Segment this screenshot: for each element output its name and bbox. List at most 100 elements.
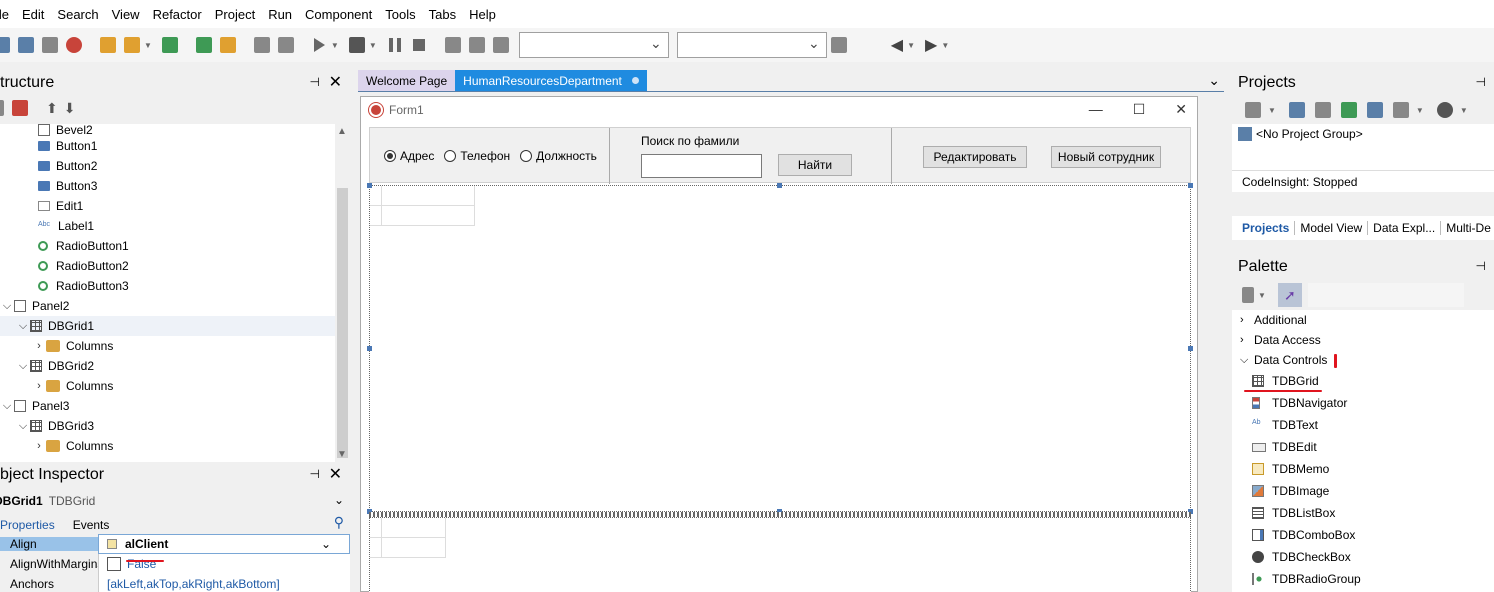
- palette-item[interactable]: TDBComboBox: [1232, 524, 1494, 546]
- move-up-icon[interactable]: ⬆: [46, 100, 58, 117]
- chevron-down-icon[interactable]: ⌵: [0, 400, 14, 413]
- build-icon[interactable]: [1245, 102, 1261, 118]
- pause-icon[interactable]: [388, 38, 401, 52]
- selection-handle[interactable]: [367, 183, 372, 188]
- save-all-icon[interactable]: [195, 37, 212, 53]
- chevron-down-icon[interactable]: ⌵: [16, 360, 30, 373]
- new-icon[interactable]: [100, 37, 116, 53]
- tree-item[interactable]: ⌵ DBGrid2: [0, 356, 335, 376]
- step-over-icon[interactable]: [468, 37, 485, 53]
- sync-icon[interactable]: [1340, 102, 1357, 118]
- options-icon[interactable]: [1314, 102, 1331, 118]
- project-tree[interactable]: <No Project Group>: [1232, 124, 1494, 170]
- pin-icon[interactable]: ⊣: [310, 467, 320, 481]
- scroll-down-icon[interactable]: ▼: [337, 449, 347, 460]
- palette-item[interactable]: TDBNavigator: [1232, 392, 1494, 414]
- remove-icon[interactable]: [66, 37, 82, 53]
- add-project-icon[interactable]: [1288, 102, 1305, 118]
- selection-handle[interactable]: [367, 346, 372, 351]
- tree-item[interactable]: Button3: [0, 176, 335, 196]
- gear-icon[interactable]: [1436, 102, 1453, 118]
- chevron-down-icon[interactable]: ▼: [144, 41, 152, 50]
- view-unit-icon[interactable]: [253, 37, 270, 53]
- palette-category[interactable]: ⌵ Data Controls: [1232, 350, 1494, 370]
- back-arrow-icon[interactable]: ◀: [891, 35, 903, 55]
- menu-search[interactable]: Search: [57, 7, 98, 22]
- run-icon[interactable]: [313, 38, 325, 52]
- close-icon[interactable]: ✕: [1175, 101, 1187, 118]
- chevron-down-icon[interactable]: ⌵: [0, 300, 14, 313]
- run-to-cursor-icon[interactable]: [492, 37, 509, 53]
- step-into-icon[interactable]: [444, 37, 461, 53]
- forward-arrow-icon[interactable]: ▶: [925, 35, 937, 55]
- tree-item[interactable]: Bevel2: [0, 124, 335, 137]
- menu-file[interactable]: ile: [0, 7, 9, 22]
- palette-item[interactable]: TDBGrid: [1232, 370, 1494, 392]
- debug-icon[interactable]: [348, 37, 365, 53]
- palette-item[interactable]: TDBEdit: [1232, 436, 1494, 458]
- view-form-icon[interactable]: [277, 37, 294, 53]
- dbgrid2[interactable]: [369, 517, 1191, 592]
- chevron-down-icon[interactable]: ⌵: [16, 320, 30, 333]
- tree-item[interactable]: Abc Label1: [0, 216, 335, 236]
- minimize-icon[interactable]: —: [1089, 101, 1103, 118]
- close-icon[interactable]: ✕: [329, 72, 342, 92]
- close-icon[interactable]: ✕: [329, 464, 342, 484]
- tree-item[interactable]: › Columns: [0, 376, 335, 396]
- menu-run[interactable]: Run: [268, 7, 292, 22]
- chevron-down-icon[interactable]: ▼: [1258, 291, 1266, 300]
- open-project-icon[interactable]: [124, 37, 140, 53]
- open-icon[interactable]: [0, 37, 10, 53]
- scroll-thumb[interactable]: [337, 188, 348, 458]
- selection-handle[interactable]: [1188, 183, 1193, 188]
- chevron-right-icon[interactable]: ›: [1240, 314, 1254, 326]
- palette-search-input[interactable]: [1307, 283, 1464, 307]
- tab-projects[interactable]: Projects: [1232, 221, 1296, 235]
- tab-humanresourcesdepartment[interactable]: HumanResourcesDepartment: [455, 70, 647, 91]
- palette-item[interactable]: Ab TDBText: [1232, 414, 1494, 436]
- palette-item[interactable]: TDBListBox: [1232, 502, 1494, 524]
- object-selector[interactable]: DBGrid1 TDBGrid ⌄: [0, 488, 350, 514]
- tree-item[interactable]: Edit1: [0, 196, 335, 216]
- structure-scrollbar[interactable]: ▲ ▼: [335, 124, 350, 462]
- delete-icon[interactable]: [12, 100, 28, 116]
- new-component-icon[interactable]: [1242, 287, 1254, 303]
- menu-edit[interactable]: Edit: [22, 7, 44, 22]
- chevron-down-icon[interactable]: ▼: [331, 41, 339, 50]
- pin-icon[interactable]: ⊣: [1476, 259, 1486, 273]
- edit-button[interactable]: Редактировать: [923, 146, 1027, 168]
- chevron-down-icon[interactable]: ▼: [1460, 106, 1468, 115]
- tab-welcome-page[interactable]: Welcome Page: [358, 70, 456, 91]
- chevron-down-icon[interactable]: ▼: [907, 41, 915, 50]
- chevron-down-icon[interactable]: ▼: [941, 41, 949, 50]
- close-file-icon[interactable]: [42, 37, 58, 53]
- expand-icon[interactable]: [1366, 102, 1383, 118]
- scroll-up-icon[interactable]: ▲: [337, 126, 347, 137]
- palette-item[interactable]: TDBCheckBox: [1232, 546, 1494, 568]
- find-button[interactable]: Найти: [778, 154, 852, 176]
- checkbox[interactable]: [107, 557, 121, 571]
- pin-icon[interactable]: ⊣: [1476, 75, 1486, 89]
- tree-item[interactable]: RadioButton2: [0, 256, 335, 276]
- top-panel[interactable]: Адрес Телефон Должность Поиск по фамили …: [369, 127, 1191, 184]
- palette-item[interactable]: TDBRadioGroup: [1232, 568, 1494, 590]
- chevron-down-icon[interactable]: ⌵: [1240, 354, 1254, 367]
- settings-icon[interactable]: [1392, 102, 1409, 118]
- radio-position[interactable]: Должность: [520, 149, 597, 163]
- tree-item[interactable]: ⌵ Panel3: [0, 396, 335, 416]
- tree-item[interactable]: Button2: [0, 156, 335, 176]
- tree-item[interactable]: ⌵ DBGrid1: [0, 316, 335, 336]
- chevron-right-icon[interactable]: ›: [32, 340, 46, 352]
- chevron-down-icon[interactable]: ⌄: [334, 493, 344, 507]
- palette-item[interactable]: TDBMemo: [1232, 458, 1494, 480]
- chevron-down-icon[interactable]: ⌄: [1208, 72, 1220, 89]
- tree-item[interactable]: Button1: [0, 136, 335, 156]
- new-item-icon[interactable]: [0, 100, 4, 116]
- pin-icon[interactable]: ⊣: [310, 75, 320, 89]
- chevron-down-icon[interactable]: ▼: [369, 41, 377, 50]
- prop-row-align[interactable]: Align alClient ⌄: [0, 534, 350, 554]
- tab-data-explorer[interactable]: Data Expl...: [1368, 221, 1442, 235]
- chevron-right-icon[interactable]: ›: [32, 380, 46, 392]
- pointer-icon[interactable]: ➚: [1277, 283, 1302, 307]
- chevron-down-icon[interactable]: ⌵: [16, 420, 30, 433]
